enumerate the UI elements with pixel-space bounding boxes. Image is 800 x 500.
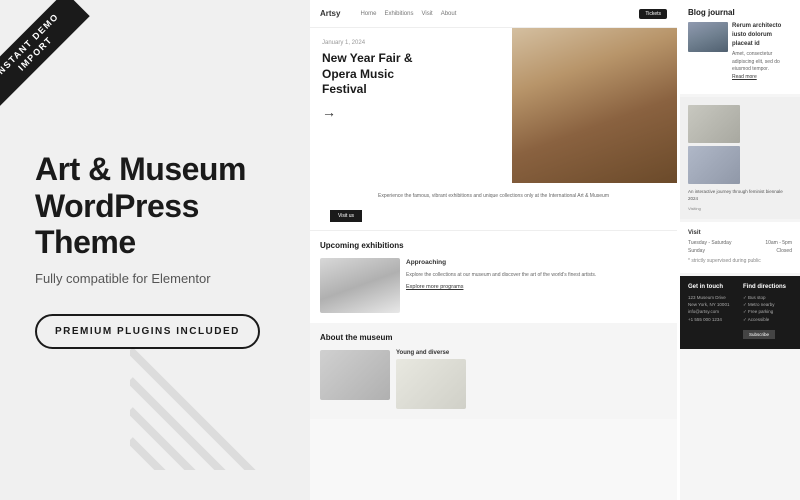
left-panel: INSTANT DEMO IMPORT Art & Museum WordPre… [0,0,310,500]
contact-title-1: Get in touch [688,284,737,290]
blog-section: Blog journal Rerum architecto iusto dolo… [680,0,800,94]
sidebar-img-subtext: Visiting [688,206,792,212]
about-image-2 [396,359,466,409]
hero-text: January 1, 2024 New Year Fair & Opera Mu… [310,28,512,183]
ribbon-line1: INSTANT DEMO [0,11,61,79]
contact-col-2: Find directions ✓ Bus stop✓ Metro nearby… [743,284,792,341]
nav-tickets-btn[interactable]: Tickets [639,9,667,19]
blog-section-title: Blog journal [688,8,792,17]
blog-item-title-1: Rerum architecto iusto dolorum placeat i… [732,22,792,49]
hours-title: Visit [688,230,792,236]
hours-day-1: Tuesday - Saturday [688,240,731,246]
hero-title: New Year Fair & Opera Music Festival [322,51,500,98]
exhibitions-section-title: Upcoming exhibitions [320,241,667,250]
nav-visit: Visit [421,11,432,17]
exhibition-text: Approaching Explore the collections at o… [406,258,667,313]
right-panel: Artsy Home Exhibitions Visit About Ticke… [310,0,800,500]
nav-about: About [441,11,457,17]
contact-text-1: 123 Museum DriveNew York, NY 10001info@a… [688,294,737,323]
hero-image-inner [512,28,677,183]
sidebar-img-1 [688,105,740,143]
hours-time-1: 10am - 5pm [765,240,792,246]
hero-cta-button[interactable]: Visit us [330,210,362,222]
exhibition-item-text: Explore the collections at our museum an… [406,272,596,278]
explore-more-link[interactable]: Explore more programs [406,283,667,292]
subtitle: Fully compatible for Elementor [35,271,275,286]
exhibition-image [320,258,400,313]
blog-item-1: Rerum architecto iusto dolorum placeat i… [688,22,792,81]
hero-title-line1: New Year Fair & [322,51,413,65]
exhibition-item-title: Approaching [406,258,667,268]
hours-row-2: Sunday Closed [688,248,792,254]
preview-main: Artsy Home Exhibitions Visit About Ticke… [310,0,677,500]
sidebar-img-2 [688,146,740,184]
title-line2: WordPress Theme [35,188,199,261]
contact-section: Get in touch 123 Museum DriveNew York, N… [680,276,800,349]
nav-home: Home [360,11,376,17]
hero-title-line3: Festival [322,82,367,96]
hero-image [512,28,677,183]
nav-items: Home Exhibitions Visit About [360,11,456,17]
main-title: Art & Museum WordPress Theme [35,151,275,261]
instant-demo-ribbon: INSTANT DEMO IMPORT [0,0,90,108]
about-image-1 [320,350,390,400]
hero-section: January 1, 2024 New Year Fair & Opera Mu… [310,28,677,183]
hero-bottom-text: Experience the famous, vibrant exhibitio… [322,189,665,204]
about-col2-title: Young and diverse [396,350,466,356]
hero-subtext-area: Experience the famous, vibrant exhibitio… [310,183,677,230]
exhibition-img-inner [320,258,400,313]
hours-day-2: Sunday [688,248,705,254]
support-text: * strictly supervised during public [688,258,792,265]
exhibitions-grid: Approaching Explore the collections at o… [320,258,667,313]
hours-row-1: Tuesday - Saturday 10am - 5pm [688,240,792,246]
preview-sidebar: Blog journal Rerum architecto iusto dolo… [680,0,800,500]
title-line1: Art & Museum [35,151,246,187]
ribbon-wrap: INSTANT DEMO IMPORT [0,0,110,110]
hero-date: January 1, 2024 [322,40,500,46]
contact-title-2: Find directions [743,284,792,290]
nav-exhibitions: Exhibitions [384,11,413,17]
about-grid: Young and diverse [320,350,667,409]
subscribe-button[interactable]: Subscribe [743,330,775,339]
exhibitions-section: Upcoming exhibitions Approaching Explore… [310,230,677,323]
sidebar-img-caption: An interactive journey through feminist … [688,187,792,203]
contact-text-2: ✓ Bus stop✓ Metro nearby✓ Free parking✓ … [743,294,792,323]
hours-section: Visit Tuesday - Saturday 10am - 5pm Sund… [680,222,800,273]
site-nav: Artsy Home Exhibitions Visit About Ticke… [310,0,677,28]
sidebar-image-grid: An interactive journey through feminist … [680,97,800,219]
about-section: About the museum Young and diverse [310,323,677,419]
blog-image-1 [688,22,728,52]
blog-item-text-1: Rerum architecto iusto dolorum placeat i… [732,22,792,81]
blog-img-inner [688,22,728,52]
hero-title-line2: Opera Music [322,67,394,81]
premium-plugins-button[interactable]: PREMIUM PLUGINS INCLUDED [35,314,260,349]
contact-col-1: Get in touch 123 Museum DriveNew York, N… [688,284,737,341]
about-section-title: About the museum [320,333,667,342]
site-logo: Artsy [320,9,340,18]
blog-item-desc-1: Amet, consectetur adipiscing elit, sed d… [732,51,780,72]
read-more-link-1[interactable]: Read more [732,74,757,80]
hours-time-2: Closed [776,248,792,254]
hero-arrow: → [322,104,500,120]
